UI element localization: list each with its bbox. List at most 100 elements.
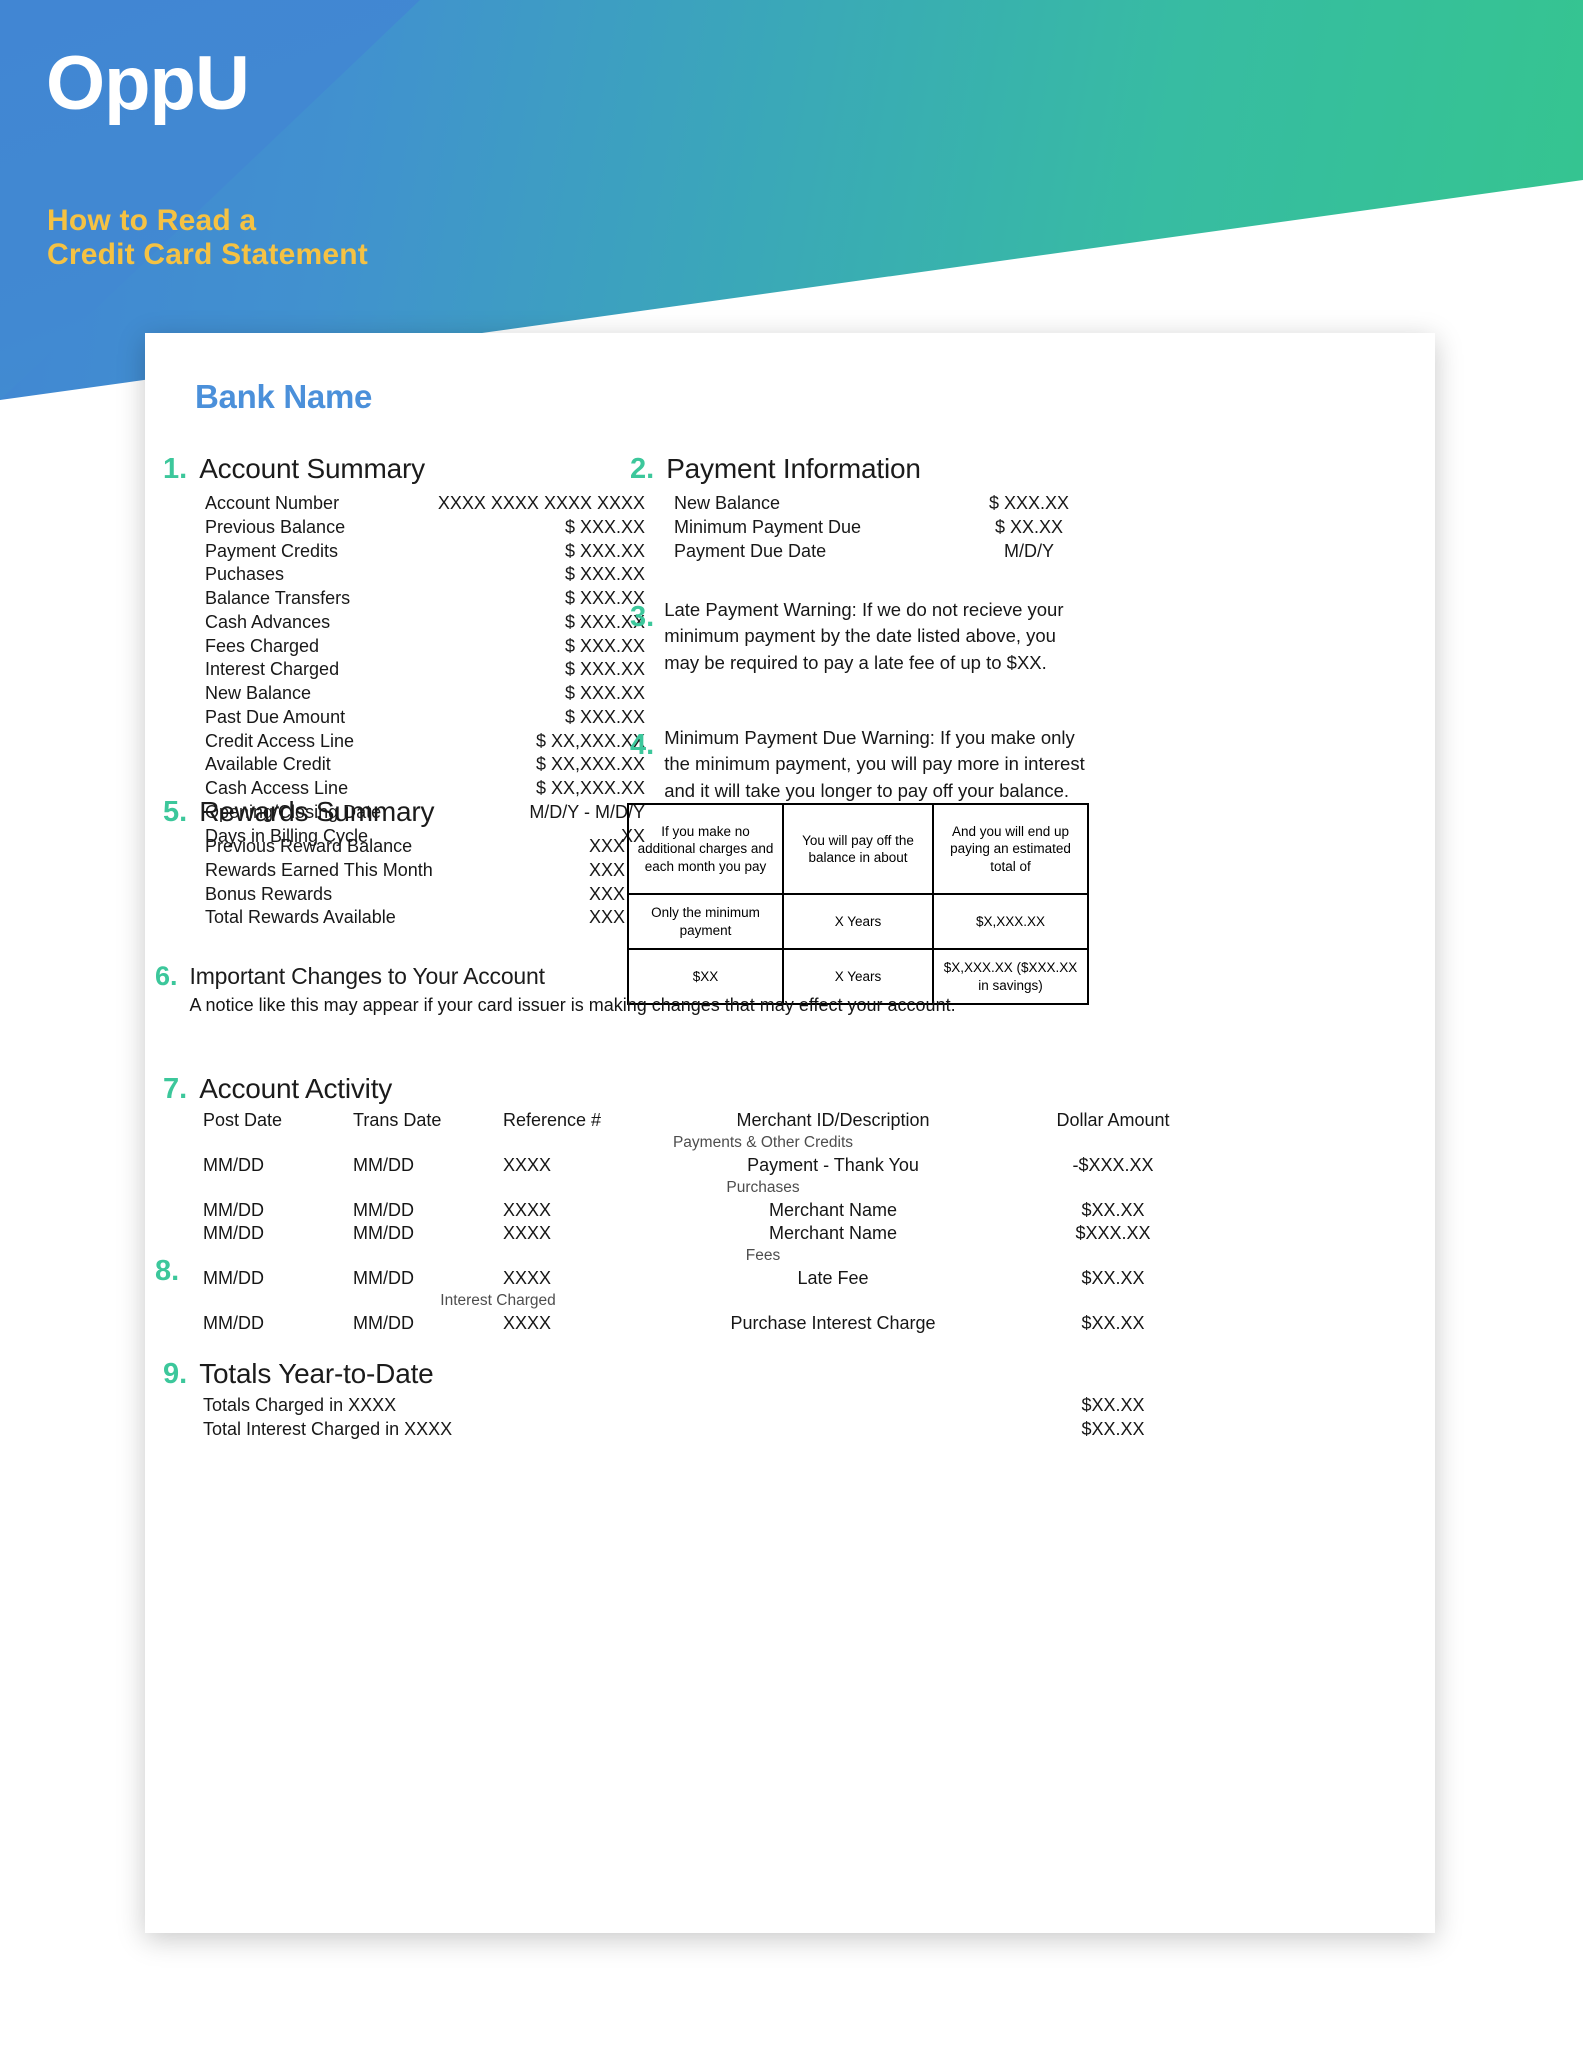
column-header-trans-date: Trans Date	[353, 1110, 442, 1130]
section-account-activity: 7. Account Activity Post Date Trans Date…	[155, 1073, 1275, 1335]
table-row: MM/DD MM/DD XXXX Merchant Name $XX.XX	[203, 1199, 1203, 1222]
bank-name: Bank Name	[195, 378, 373, 415]
account-activity-header: 7. Account Activity	[163, 1073, 1275, 1105]
row-label: Past Due Amount	[205, 706, 346, 727]
row-value: $ XXX.XX	[988, 493, 1070, 513]
table-row: Rewards Earned This Month XXX	[205, 859, 625, 883]
section-number-4: 4.	[630, 729, 655, 761]
row-label: Previous Reward Balance	[205, 836, 413, 856]
table-row: Fees Charged $ XXX.XX	[205, 635, 645, 659]
infographic-page: OppU How to Read a Credit Card Statement…	[0, 0, 1583, 2048]
cell-description: Merchant Name	[768, 1223, 898, 1243]
row-label: Rewards Earned This Month	[205, 859, 433, 880]
column-header-dollar-amount: Dollar Amount	[1056, 1110, 1170, 1130]
group-label: Purchases	[726, 1179, 800, 1196]
table-row: Interest Charged $ XXX.XX	[205, 658, 645, 682]
account-activity-title: Account Activity	[199, 1073, 393, 1104]
page-subtitle: How to Read a Credit Card Statement	[47, 204, 368, 271]
important-changes-body: Important Changes to Your Account A noti…	[190, 963, 956, 1016]
section-late-payment-warning: 3. Late Payment Warning: If we do not re…	[630, 597, 1250, 676]
group-label: Payments & Other Credits	[672, 1134, 854, 1151]
row-label: Total Rewards Available	[205, 907, 396, 928]
section-number-9: 9.	[163, 1358, 188, 1390]
subtitle-line-2: Credit Card Statement	[47, 237, 368, 271]
table-row: MM/DD MM/DD XXXX Late Fee $XX.XX	[203, 1267, 1203, 1290]
cell-reference: XXXX	[503, 1223, 552, 1243]
table-row: Total Rewards Available XXX	[205, 906, 625, 930]
cell-trans-date: MM/DD	[353, 1200, 414, 1220]
cell-trans-date: MM/DD	[353, 1268, 414, 1288]
important-changes-title: Important Changes to Your Account	[189, 963, 545, 989]
row-value: XXXX XXXX XXXX XXXX	[437, 493, 645, 513]
rewards-summary-rows: Previous Reward Balance XXX Rewards Earne…	[205, 835, 625, 930]
rewards-summary-title: Rewards Summary	[199, 796, 435, 827]
cell-amount: $XX.XX	[1081, 1313, 1145, 1333]
cell-trans-date: MM/DD	[353, 1313, 414, 1333]
table-row: Cash Advances $ XXX.XX	[205, 611, 645, 635]
section-number-6: 6.	[155, 961, 178, 991]
row-label: Previous Balance	[205, 516, 346, 537]
totals-ytd-header: 9. Totals Year-to-Date	[163, 1358, 1275, 1390]
cell-reference: XXXX	[503, 1268, 552, 1288]
row-label: Bonus Rewards	[205, 883, 333, 904]
payment-table-cell: X Years	[782, 893, 934, 950]
cell-reference: XXXX	[503, 1313, 552, 1333]
row-label: Available Credit	[205, 754, 331, 775]
payment-table-header-3: And you will end up paying an estimated …	[932, 803, 1089, 895]
cell-description: Payment - Thank You	[747, 1155, 919, 1175]
row-label: Credit Access Line	[205, 730, 355, 751]
table-row: Credit Access Line $ XX,XXX.XX	[205, 730, 645, 754]
table-row: Balance Transfers $ XXX.XX	[205, 587, 645, 611]
rewards-summary-header: 5. Rewards Summary	[163, 796, 720, 828]
table-row: MM/DD MM/DD XXXX Payment - Thank You -$X…	[203, 1154, 1203, 1177]
row-label: Totals Charged in XXXX	[203, 1395, 397, 1415]
important-changes-note: A notice like this may appear if your ca…	[189, 995, 956, 1015]
cell-post-date: MM/DD	[203, 1313, 264, 1333]
group-label-row: Payments & Other Credits	[203, 1132, 1203, 1154]
column-header-post-date: Post Date	[203, 1110, 283, 1130]
section-number-1: 1.	[163, 453, 188, 485]
row-label: Payment Due Date	[674, 540, 827, 561]
cell-trans-date: MM/DD	[353, 1223, 414, 1243]
cell-description: Merchant Name	[768, 1200, 898, 1220]
section-number-2: 2.	[630, 453, 655, 485]
row-value: XXX	[588, 836, 625, 856]
cell-trans-date: MM/DD	[353, 1155, 414, 1175]
row-value: XXX	[588, 907, 625, 928]
payment-information-rows: New Balance $ XXX.XX Minimum Payment Due $…	[674, 492, 1094, 563]
oppu-logo: OppU	[46, 41, 250, 126]
statement-sheet: Bank Name 1. Account Summary Account Num…	[145, 333, 1435, 1933]
cell-amount: -$XXX.XX	[1072, 1155, 1154, 1175]
row-value: $ XXX.XX	[564, 683, 645, 703]
table-row: Payment Credits $ XXX.XX	[205, 540, 645, 564]
section-number-8-marker: 8.	[155, 1257, 179, 1286]
group-label: Interest Charged	[440, 1292, 556, 1309]
row-value: $ XX.XX	[994, 516, 1064, 537]
row-label: Payment Credits	[205, 540, 339, 561]
table-row: Payment Due Date M/D/Y	[674, 540, 1094, 564]
table-row: Past Due Amount $ XXX.XX	[205, 706, 645, 730]
row-label: Balance Transfers	[205, 588, 351, 608]
table-row: Previous Reward Balance XXX	[205, 835, 625, 859]
cell-post-date: MM/DD	[203, 1223, 264, 1243]
minimum-payment-warning-text: Minimum Payment Due Warning: If you make…	[664, 727, 1085, 801]
group-label-row: Purchases	[203, 1177, 1203, 1199]
table-row: MM/DD MM/DD XXXX Merchant Name $XXX.XX	[203, 1222, 1203, 1245]
table-row: Total Interest Charged in XXXX $XX.XX	[203, 1418, 1203, 1442]
payment-information-title: Payment Information	[666, 453, 921, 484]
cell-post-date: MM/DD	[203, 1200, 264, 1220]
table-row: Bonus Rewards XXX	[205, 883, 625, 907]
cell-post-date: MM/DD	[203, 1268, 264, 1288]
cell-amount: $XX.XX	[1081, 1200, 1145, 1220]
payment-information-header: 2. Payment Information	[630, 453, 1250, 485]
row-value: $ XXX.XX	[564, 564, 645, 585]
table-row: Previous Balance $ XXX.XX	[205, 516, 645, 540]
row-label: New Balance	[205, 683, 312, 703]
account-summary-rows: Account Number XXXX XXXX XXXX XXXX Previo…	[205, 492, 645, 848]
row-value: $XX.XX	[1081, 1395, 1145, 1415]
payment-table-header-2: You will pay off the balance in about	[782, 803, 934, 895]
column-header-reference: Reference #	[503, 1110, 602, 1130]
account-activity-table: Post Date Trans Date Reference # Merchan…	[203, 1109, 1203, 1335]
row-label: Fees Charged	[205, 635, 320, 656]
section-important-changes: 6. Important Changes to Your Account A n…	[155, 963, 1255, 1016]
